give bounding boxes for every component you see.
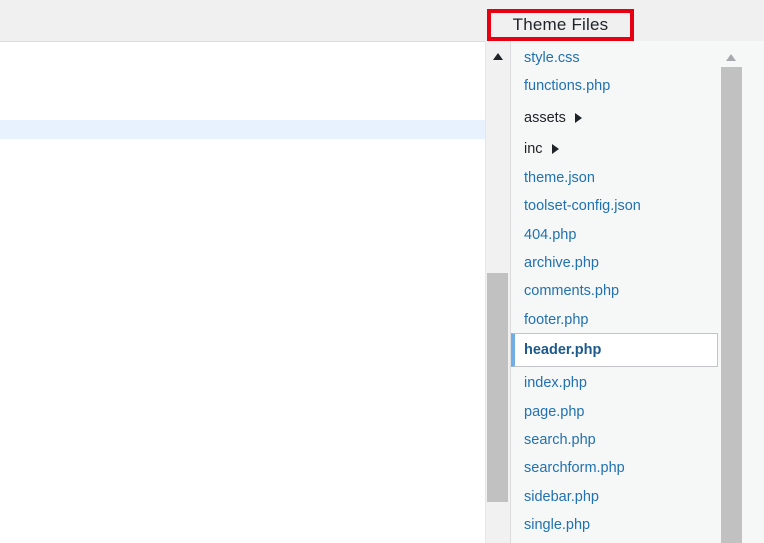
file-item-functions-php[interactable]: functions.php	[511, 72, 718, 100]
file-item-theme-json[interactable]: theme.json	[511, 164, 718, 192]
theme-files-heading: Theme Files	[487, 9, 634, 41]
folder-item-label: assets	[524, 110, 566, 126]
file-item-searchform-php[interactable]: searchform.php	[511, 454, 718, 482]
file-item-label: search.php	[524, 432, 596, 448]
editor-active-line	[0, 120, 485, 139]
file-item-archive-php[interactable]: archive.php	[511, 249, 718, 277]
file-item-page-php[interactable]: page.php	[511, 398, 718, 426]
file-item-label: sidebar.php	[524, 489, 599, 505]
file-item-toolset-config-json[interactable]: toolset-config.json	[511, 192, 718, 220]
file-item-404-php[interactable]: 404.php	[511, 221, 718, 249]
code-editor[interactable]	[0, 41, 485, 543]
file-item-single-php[interactable]: single.php	[511, 511, 718, 539]
theme-files-scroll-up-button[interactable]	[719, 50, 743, 64]
file-item-search-php[interactable]: search.php	[511, 426, 718, 454]
file-item-label: searchform.php	[524, 460, 625, 476]
file-item-label: comments.php	[524, 283, 620, 299]
file-item-index-php[interactable]: index.php	[511, 369, 718, 397]
caret-up-icon	[726, 53, 736, 61]
file-item-label: functions.php	[524, 78, 611, 94]
file-item-label: page.php	[524, 404, 585, 420]
folder-item-inc[interactable]: inc	[511, 135, 718, 163]
file-item-label: 404.php	[524, 227, 577, 243]
file-item-label: index.php	[524, 375, 587, 391]
theme-files-scrollbar[interactable]	[719, 41, 743, 543]
file-item-label: theme.json	[524, 170, 595, 186]
file-item-footer-php[interactable]: footer.php	[511, 306, 718, 334]
folder-item-assets[interactable]: assets	[511, 104, 718, 132]
file-item-label: style.css	[524, 50, 580, 66]
caret-up-icon	[493, 52, 503, 60]
caret-right-icon	[574, 113, 582, 123]
editor-scrollbar[interactable]	[485, 41, 510, 543]
caret-right-icon	[551, 144, 559, 154]
file-item-label: archive.php	[524, 255, 599, 271]
file-item-comments-php[interactable]: comments.php	[511, 277, 718, 305]
theme-files-scroll-thumb[interactable]	[721, 67, 742, 543]
file-item-header-php[interactable]: header.php	[511, 333, 718, 367]
file-item-label: footer.php	[524, 312, 589, 328]
file-item-style-css[interactable]: style.css	[511, 44, 718, 72]
file-item-label: header.php	[524, 342, 602, 358]
editor-scroll-thumb[interactable]	[487, 273, 508, 502]
file-item-label: toolset-config.json	[524, 198, 641, 214]
file-item-label: single.php	[524, 517, 591, 533]
folder-item-label: inc	[524, 141, 543, 157]
editor-scroll-up-button[interactable]	[486, 49, 510, 63]
file-item-sidebar-php[interactable]: sidebar.php	[511, 483, 718, 511]
